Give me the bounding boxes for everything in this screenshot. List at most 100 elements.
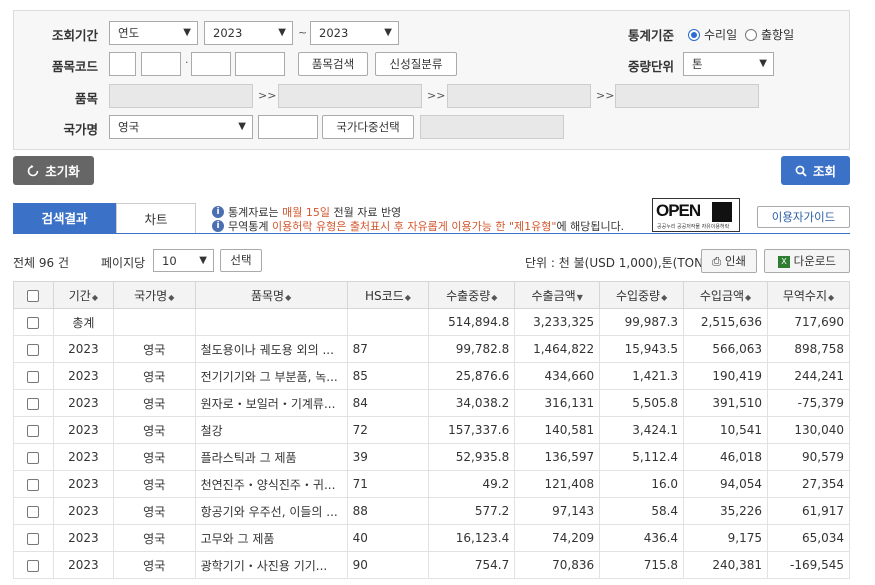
country-label: 국가명 <box>63 122 98 137</box>
row-checkbox[interactable] <box>13 497 54 525</box>
table-row: 2023 영국 원자로・보일러・기계류... 84 34,038.2 316,131 5,5… <box>13 389 850 417</box>
table-cell: 9,175 <box>683 524 768 552</box>
select-all-checkbox[interactable] <box>13 281 54 309</box>
col-header[interactable]: 수입금액◆ <box>683 281 768 309</box>
row-checkbox[interactable] <box>13 362 54 390</box>
table-cell: 49.2 <box>428 470 516 498</box>
table-cell: 65,034 <box>767 524 850 552</box>
multi-country-button[interactable]: 국가다중선택 <box>322 115 414 139</box>
col-header[interactable]: 품목명◆ <box>194 281 348 309</box>
user-guide-button[interactable]: 이용자가이드 <box>757 206 850 228</box>
table-cell: 철도용이나 궤도용 외의 ... <box>194 335 348 363</box>
table-cell: 철강 <box>194 416 348 444</box>
table-cell: 영국 <box>112 416 196 444</box>
table-cell: 39 <box>346 443 430 471</box>
row-checkbox[interactable] <box>13 443 54 471</box>
table-cell: 84 <box>346 389 430 417</box>
download-button[interactable]: X 다운로드 <box>764 249 850 273</box>
table-row: 2023 영국 항공기와 우주선, 이들의 ... 88 577.2 97,143 58.4… <box>13 497 850 525</box>
table-cell: 10,541 <box>683 416 768 444</box>
table-cell: 40 <box>346 524 430 552</box>
year-from-select[interactable]: 2023 ▼ <box>204 21 293 45</box>
table-cell: 16,123.4 <box>428 524 516 552</box>
total-count: 전체 96 건 <box>13 256 70 270</box>
table-cell: 121,408 <box>514 470 601 498</box>
unit-label: 단위 : 천 불(USD 1,000),톤(TON) <box>525 256 708 270</box>
table-cell: 898,758 <box>767 335 850 363</box>
item-code-input-4[interactable] <box>235 52 285 76</box>
country-code-input[interactable] <box>258 115 318 139</box>
table-cell: 35,226 <box>683 497 768 525</box>
col-header[interactable]: 수출중량◆ <box>428 281 516 309</box>
country-select[interactable]: 영국 ▼ <box>109 115 253 139</box>
per-page-select[interactable]: 10 ▼ <box>153 249 214 272</box>
table-cell: 74,209 <box>514 524 601 552</box>
item-field-1 <box>109 84 253 108</box>
table-cell: 2,515,636 <box>683 308 768 336</box>
notice-license: i 무역통계 이용허락 유형은 출처표시 후 자유롭게 이용가능 한 "제1유형… <box>212 218 624 234</box>
table-cell: 영국 <box>112 443 196 471</box>
table-cell: 71 <box>346 470 430 498</box>
chevron-down-icon: ▼ <box>238 121 246 132</box>
weight-unit-select[interactable]: 톤 ▼ <box>683 52 774 76</box>
col-header[interactable]: HS코드◆ <box>346 281 430 309</box>
col-header[interactable]: 수출금액▼ <box>514 281 601 309</box>
table-cell: 715.8 <box>599 551 685 579</box>
table-cell: 2023 <box>52 362 114 390</box>
table-cell: 97,143 <box>514 497 601 525</box>
row-checkbox[interactable] <box>13 470 54 498</box>
col-header[interactable]: 국가명◆ <box>112 281 196 309</box>
item-search-button[interactable]: 품목검색 <box>298 52 368 76</box>
period-type-select[interactable]: 연도 ▼ <box>109 21 198 45</box>
table-row: 2023 영국 철강 72 157,337.6 140,581 3,424.1 10,541 1… <box>13 416 850 444</box>
new-nature-class-button[interactable]: 신성질분류 <box>375 52 457 76</box>
search-button[interactable]: 조회 <box>781 156 850 185</box>
table-cell: 87 <box>346 335 430 363</box>
multi-country-field <box>420 115 564 139</box>
table-cell: 754.7 <box>428 551 516 579</box>
col-header[interactable]: 수입중량◆ <box>599 281 685 309</box>
table-cell: 70,836 <box>514 551 601 579</box>
item-code-input-3[interactable] <box>191 52 231 76</box>
table-cell: 영국 <box>112 335 196 363</box>
excel-icon: X <box>778 255 790 268</box>
row-checkbox[interactable] <box>13 416 54 444</box>
arrow-separator: >> <box>258 89 277 102</box>
table-cell: 2023 <box>52 470 114 498</box>
item-code-input-2[interactable] <box>141 52 181 76</box>
print-button[interactable]: ⎙ 인쇄 <box>701 249 757 273</box>
table-cell: 90 <box>346 551 430 579</box>
sort-icon: ◆ <box>404 292 411 302</box>
table-cell: 15,943.5 <box>599 335 685 363</box>
table-cell: 90,579 <box>767 443 850 471</box>
table-cell: 2023 <box>52 335 114 363</box>
row-checkbox[interactable] <box>13 524 54 552</box>
radio-departure-date[interactable]: 출항일 <box>745 26 794 43</box>
table-cell: -75,379 <box>767 389 850 417</box>
tab-chart[interactable]: 차트 <box>116 203 196 234</box>
reset-button[interactable]: 초기화 <box>13 156 94 185</box>
table-cell: 52,935.8 <box>428 443 516 471</box>
tilde-separator: ~ <box>298 26 308 39</box>
table-cell: 717,690 <box>767 308 850 336</box>
table-cell: 16.0 <box>599 470 685 498</box>
row-checkbox[interactable] <box>13 389 54 417</box>
table-cell: 고무와 그 제품 <box>194 524 348 552</box>
item-code-input-1[interactable] <box>109 52 136 76</box>
table-cell: 영국 <box>112 362 196 390</box>
table-cell: 72 <box>346 416 430 444</box>
table-cell: 46,018 <box>683 443 768 471</box>
year-to-select[interactable]: 2023 ▼ <box>310 21 399 45</box>
col-header[interactable]: 무역수지◆ <box>767 281 850 309</box>
tab-search-result[interactable]: 검색결과 <box>13 203 116 234</box>
col-header[interactable]: 기간◆ <box>52 281 114 309</box>
table-row: 2023 영국 고무와 그 제품 40 16,123.4 74,209 436.4 9,175… <box>13 524 850 552</box>
row-checkbox[interactable] <box>13 551 54 579</box>
radio-acceptance-date[interactable]: 수리일 <box>688 26 737 43</box>
table-cell: 244,241 <box>767 362 850 390</box>
item-code-label: 품목코드 <box>51 59 98 74</box>
apply-per-page-button[interactable]: 선택 <box>220 249 262 272</box>
row-checkbox[interactable] <box>13 335 54 363</box>
chevron-down-icon: ▼ <box>759 58 767 69</box>
row-checkbox[interactable] <box>13 308 54 336</box>
